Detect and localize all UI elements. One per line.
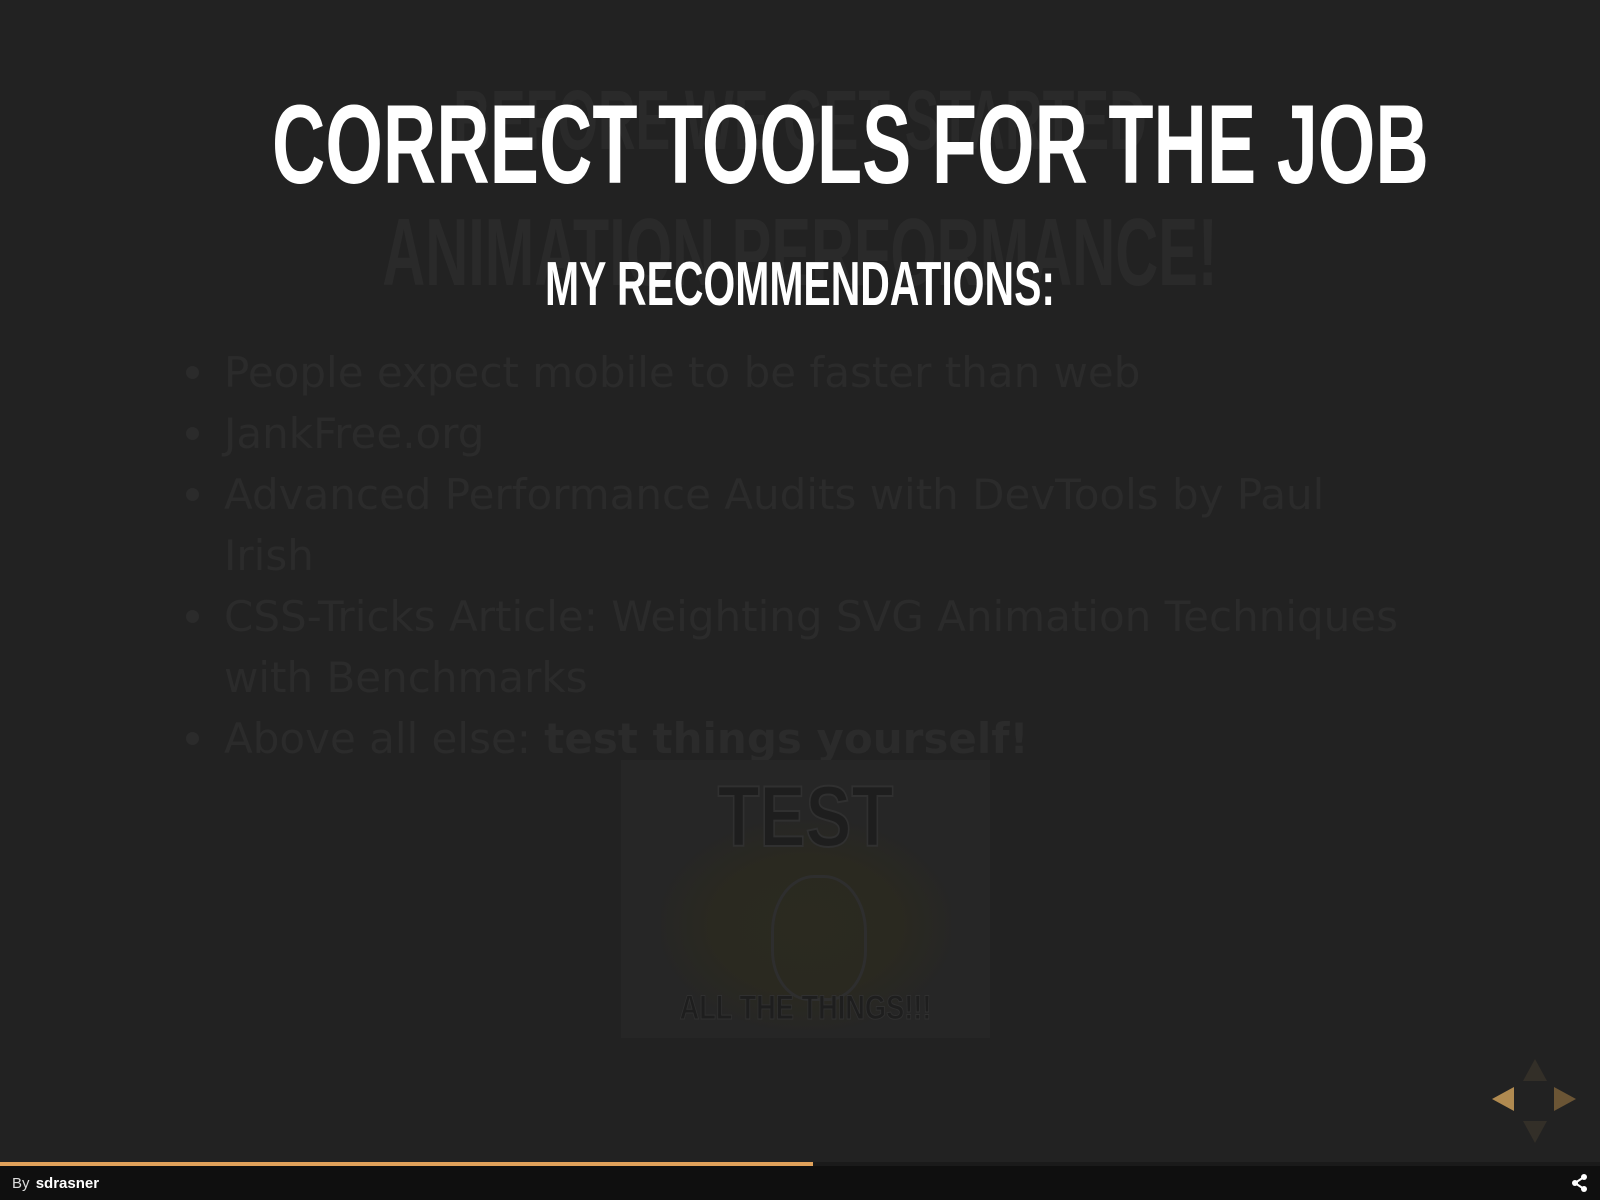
slide-title: CORRECT TOOLS FOR THE JOB xyxy=(272,82,1429,207)
meme-figure xyxy=(771,875,867,1001)
bullet-emphasis: test things yourself! xyxy=(544,714,1029,763)
meme-top-text: TEST xyxy=(717,768,894,866)
footer-bar: By sdrasner xyxy=(0,1166,1600,1200)
arrow-left-icon[interactable] xyxy=(1492,1087,1514,1111)
bullet-item: CSS-Tricks Article: Weighting SVG Animat… xyxy=(180,586,1410,708)
bullet-item: People expect mobile to be faster than w… xyxy=(180,342,1410,403)
by-label: By xyxy=(12,1175,30,1192)
background-slide-bullet-list: People expect mobile to be faster than w… xyxy=(180,342,1410,769)
bullet-item: JankFree.org xyxy=(180,403,1410,464)
bullet-item: Advanced Performance Audits with DevTool… xyxy=(180,464,1410,586)
navigation-controls xyxy=(1490,1055,1580,1145)
arrow-up-icon[interactable] xyxy=(1523,1059,1547,1081)
share-icon[interactable] xyxy=(1570,1173,1590,1193)
presentation-stage: BEFORE WE GET STARTED ANIMATION PERFORMA… xyxy=(0,0,1600,1200)
byline: By sdrasner xyxy=(12,1175,99,1192)
meme-bottom-text: ALL THE THINGS!!! xyxy=(679,989,932,1028)
bullet-prefix: Above all else: xyxy=(224,714,545,763)
arrow-right-icon[interactable] xyxy=(1554,1087,1576,1111)
author-link[interactable]: sdrasner xyxy=(36,1175,99,1192)
arrow-down-icon[interactable] xyxy=(1523,1121,1547,1143)
slide-subtitle: MY RECOMMENDATIONS: xyxy=(545,250,1055,319)
meme-image: TEST ALL THE THINGS!!! xyxy=(621,760,990,1038)
